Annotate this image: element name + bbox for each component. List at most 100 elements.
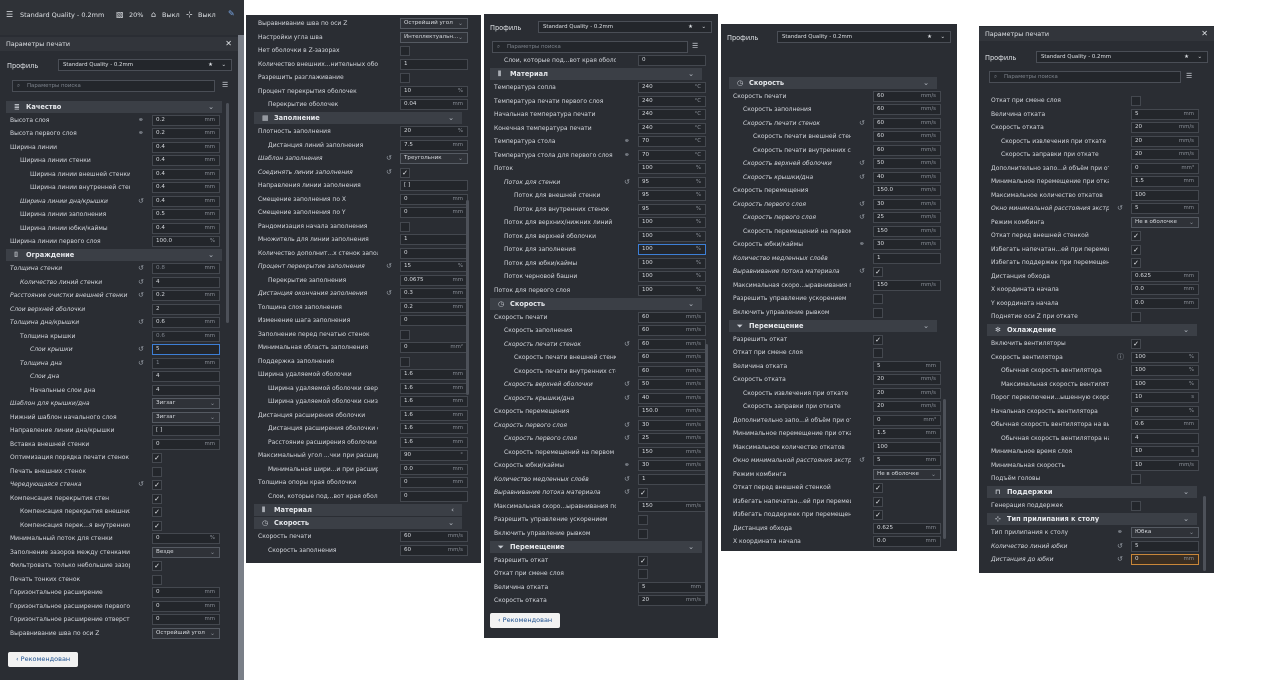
star-icon[interactable]: ★ <box>927 32 932 42</box>
setting-input[interactable]: 150 mm/s <box>873 225 941 237</box>
scrollbar[interactable] <box>705 344 708 604</box>
setting-input[interactable]: 0.3 mm <box>400 288 468 299</box>
checkbox-checked[interactable]: ✓ <box>873 483 883 493</box>
checkbox-unchecked[interactable] <box>1131 96 1141 106</box>
setting-input[interactable]: 40 mm/s <box>873 171 941 183</box>
topbar-infill[interactable]: 20% <box>129 11 143 19</box>
setting-input[interactable]: 20 mm/s <box>873 374 941 385</box>
checkbox-checked[interactable]: ✓ <box>873 267 883 277</box>
setting-input[interactable]: 150 mm/s <box>638 446 706 458</box>
setting-input[interactable]: 0 mm² <box>400 342 468 353</box>
setting-input[interactable]: 0 mm <box>152 614 220 625</box>
setting-input[interactable]: 0.4 mm <box>152 195 220 207</box>
setting-input[interactable]: 1.6 mm <box>400 409 468 421</box>
setting-input[interactable]: 30 mm/s <box>873 198 941 210</box>
scrollbar[interactable] <box>226 103 229 323</box>
category-header[interactable]: ◷ Скорость ⌄ <box>729 76 937 89</box>
setting-input[interactable]: 0.0 mm <box>873 536 941 547</box>
recommended-button[interactable]: ‹ Рекомендован <box>8 652 79 667</box>
setting-input[interactable]: 30 mm/s <box>638 460 706 471</box>
setting-input[interactable]: 240 °C <box>638 122 706 134</box>
checkbox-unchecked[interactable] <box>1131 501 1141 511</box>
checkbox-unchecked[interactable] <box>638 515 648 525</box>
setting-input[interactable]: 4 <box>1131 432 1199 444</box>
setting-input[interactable]: 60 mm/s <box>873 90 941 102</box>
setting-input[interactable]: 10 s <box>1131 392 1199 403</box>
checkbox-unchecked[interactable] <box>152 574 162 585</box>
checkbox-unchecked[interactable] <box>400 46 410 56</box>
checkbox-checked[interactable]: ✓ <box>152 561 162 571</box>
setting-input[interactable]: 0 <box>400 315 468 326</box>
setting-input[interactable]: 240 °C <box>638 82 706 93</box>
checkbox-checked[interactable]: ✓ <box>1131 231 1141 241</box>
setting-input[interactable]: 0 <box>638 55 706 66</box>
setting-input[interactable]: 20 mm/s <box>873 401 941 412</box>
reset-icon[interactable]: ↺ <box>138 195 144 209</box>
checkbox-checked[interactable]: ✓ <box>152 520 162 531</box>
setting-input[interactable]: 0.625 mm <box>1131 270 1199 282</box>
checkbox-unchecked[interactable] <box>1131 312 1141 322</box>
setting-input[interactable]: 0 mm <box>1131 554 1199 565</box>
setting-dropdown[interactable]: Острейший угол ⌄ <box>400 18 468 29</box>
checkbox-checked[interactable]: ✓ <box>873 496 883 507</box>
reset-icon[interactable]: ↺ <box>138 289 144 303</box>
setting-input[interactable]: 60 mm/s <box>638 311 706 323</box>
setting-input[interactable]: 60 mm/s <box>873 104 941 115</box>
reset-icon[interactable]: ↺ <box>624 378 630 392</box>
reset-icon[interactable]: ↺ <box>386 260 392 274</box>
profile-select[interactable]: Standard Quality - 0.2mm ★ ⌄ <box>777 31 951 43</box>
setting-input[interactable]: 30 mm/s <box>873 239 941 250</box>
checkbox-checked[interactable]: ✓ <box>1131 339 1141 349</box>
checkbox-checked[interactable]: ✓ <box>400 167 410 178</box>
setting-input[interactable]: 60 mm/s <box>873 144 941 156</box>
setting-input[interactable]: 20 mm/s <box>1131 149 1199 160</box>
setting-input[interactable]: 100.0% <box>152 236 220 247</box>
scrollbar[interactable] <box>943 399 946 539</box>
setting-input[interactable]: 0% <box>1131 405 1199 417</box>
checkbox-checked[interactable]: ✓ <box>638 488 648 498</box>
setting-input[interactable]: 0 mm <box>152 587 220 598</box>
setting-dropdown[interactable]: Интеллектуальн... ⌄ <box>400 31 468 43</box>
setting-input[interactable]: 25 mm/s <box>638 433 706 444</box>
setting-input[interactable]: 5 <box>1131 540 1199 552</box>
category-header[interactable]: ⊹ Тип прилипания к столу ⌄ <box>987 513 1197 525</box>
setting-input[interactable]: 0% <box>152 533 220 544</box>
setting-input[interactable]: 100% <box>638 244 706 255</box>
setting-input[interactable]: 50 mm/s <box>873 158 941 169</box>
setting-input[interactable]: 60 mm/s <box>400 531 468 542</box>
setting-input[interactable]: 60 mm/s <box>638 365 706 377</box>
setting-input[interactable]: 60 mm/s <box>638 325 706 336</box>
setting-dropdown[interactable]: Зигзаг ⌄ <box>152 398 220 409</box>
setting-input[interactable]: 0 mm³ <box>873 414 941 426</box>
setting-input[interactable]: 60 mm/s <box>638 352 706 363</box>
setting-input[interactable]: 150.0 mm/s <box>638 406 706 417</box>
checkbox-unchecked[interactable] <box>400 221 410 232</box>
checkbox-unchecked[interactable] <box>638 528 648 539</box>
setting-input[interactable]: 1 <box>400 234 468 245</box>
reset-icon[interactable]: ↺ <box>624 486 630 500</box>
reset-icon[interactable]: ↺ <box>138 262 144 276</box>
setting-input[interactable]: 0 mm <box>152 438 220 450</box>
setting-input[interactable]: 2 <box>152 303 220 315</box>
setting-input[interactable]: 0.4 mm <box>152 155 220 166</box>
setting-input[interactable]: 0 mm <box>152 600 220 612</box>
setting-input[interactable]: 0.0 mm <box>400 463 468 475</box>
reset-icon[interactable]: ↺ <box>624 419 630 433</box>
setting-input[interactable]: 20 mm/s <box>1131 135 1199 147</box>
setting-input[interactable]: 5 mm <box>1131 108 1199 120</box>
setting-input[interactable]: 20 mm/s <box>638 595 706 606</box>
setting-input[interactable]: 0 <box>400 247 468 259</box>
setting-input[interactable]: 100% <box>638 284 706 296</box>
settings-menu-icon[interactable]: ☰ <box>222 81 228 89</box>
setting-input[interactable]: 100% <box>638 257 706 269</box>
checkbox-checked[interactable]: ✓ <box>873 510 883 520</box>
setting-input[interactable]: 1.6 mm <box>400 436 468 448</box>
setting-dropdown[interactable]: Зигзаг ⌄ <box>152 411 220 423</box>
setting-input[interactable]: 0.2 mm <box>152 114 220 126</box>
setting-input[interactable]: 0.4 mm <box>152 168 220 180</box>
setting-input[interactable]: 20 mm/s <box>873 387 941 399</box>
reset-icon[interactable]: ↺ <box>624 473 630 487</box>
setting-input[interactable]: 150 mm/s <box>873 279 941 291</box>
setting-input[interactable]: 10% <box>400 85 468 97</box>
search-input[interactable]: ⌕ Параметры поиска <box>989 71 1181 83</box>
